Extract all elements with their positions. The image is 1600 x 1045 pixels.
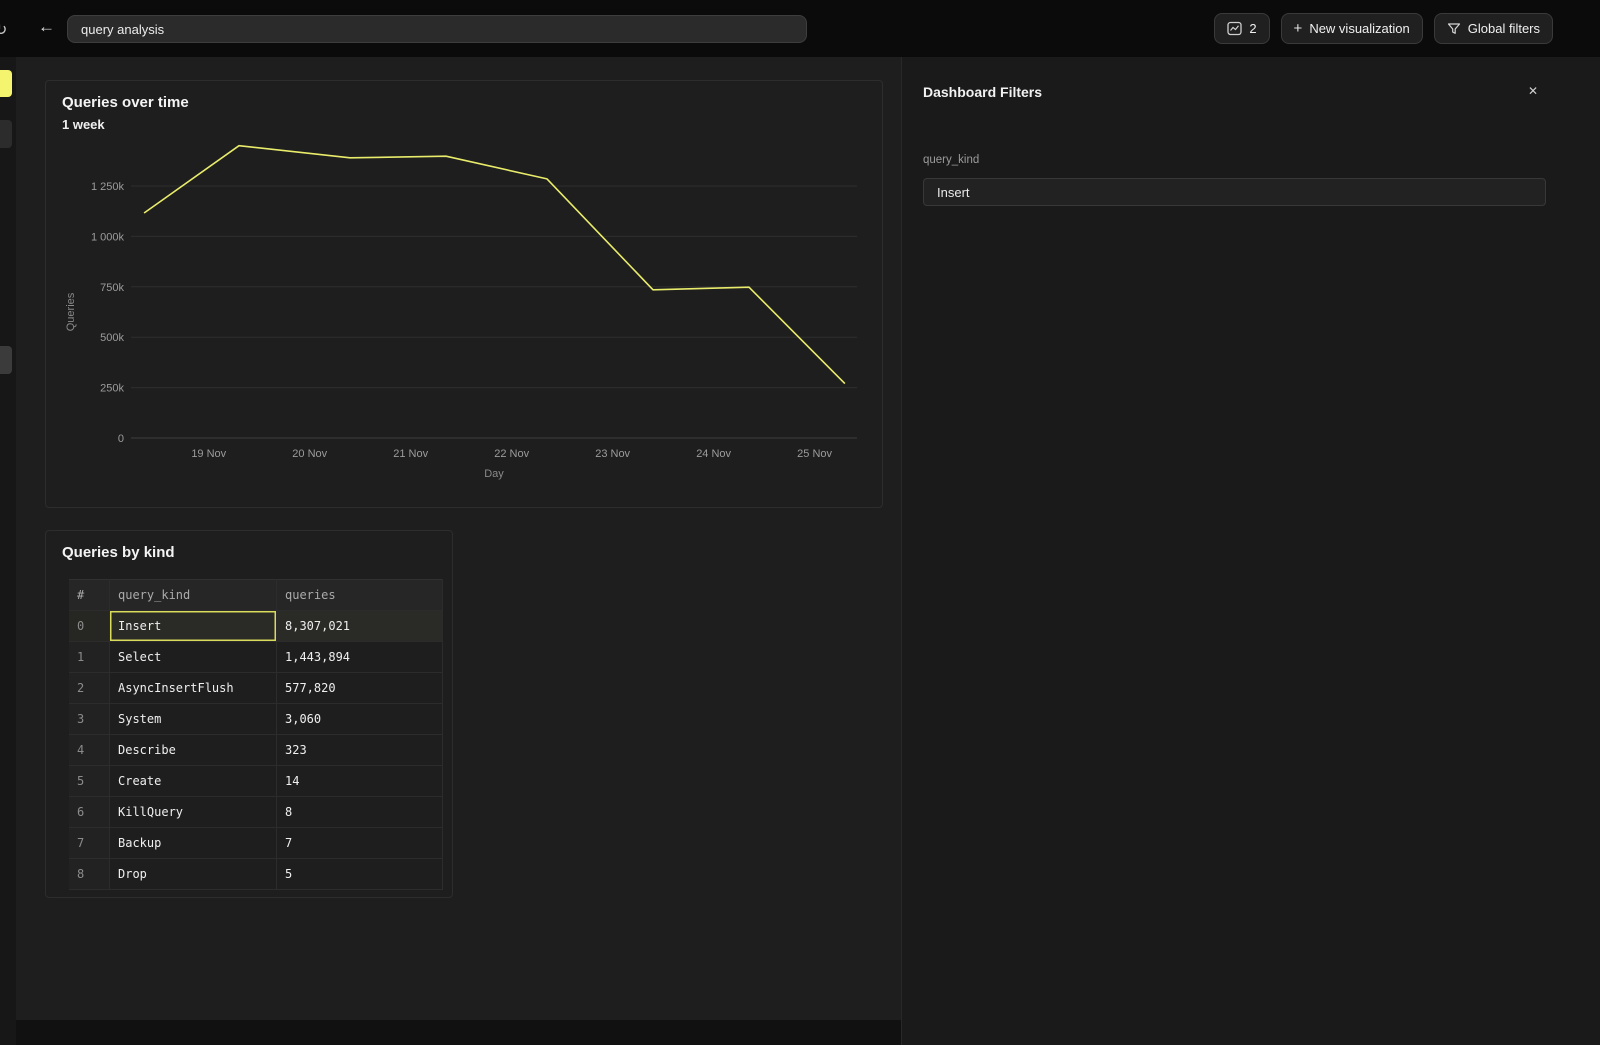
x-axis-label: Day xyxy=(484,468,504,480)
visualization-icon xyxy=(1227,21,1242,36)
table-row: 2AsyncInsertFlush577,820 xyxy=(69,673,443,704)
table-row: 3System3,060 xyxy=(69,704,443,735)
table-row: 7Backup7 xyxy=(69,828,443,859)
app-root: ↻ ← 2 + New visualization xyxy=(0,0,1600,1045)
row-index: 6 xyxy=(69,797,110,828)
row-index: 7 xyxy=(69,828,110,859)
column-header-queries[interactable]: queries xyxy=(277,580,443,611)
x-tick-label: 24 Nov xyxy=(696,448,731,460)
queries-line-series xyxy=(144,146,845,384)
rail-item[interactable] xyxy=(0,120,12,148)
y-tick-label: 250k xyxy=(100,383,124,395)
topbar-actions: 2 + New visualization Global filters xyxy=(1214,13,1553,44)
cell-queries[interactable]: 7 xyxy=(277,828,443,859)
cell-query-kind[interactable]: System xyxy=(110,704,277,735)
x-tick-label: 23 Nov xyxy=(595,448,630,460)
row-index: 4 xyxy=(69,735,110,766)
y-tick-label: 750k xyxy=(100,282,124,294)
cell-query-kind[interactable]: Insert xyxy=(110,611,277,642)
cell-query-kind[interactable]: Drop xyxy=(110,859,277,890)
cell-queries[interactable]: 8,307,021 xyxy=(277,611,443,642)
cell-query-kind[interactable]: Describe xyxy=(110,735,277,766)
cell-query-kind[interactable]: AsyncInsertFlush xyxy=(110,673,277,704)
table-row: 0Insert8,307,021 xyxy=(69,611,443,642)
row-index: 2 xyxy=(69,673,110,704)
plus-icon: + xyxy=(1294,21,1303,36)
dashboard-filters-panel: Dashboard Filters ✕ query_kind xyxy=(901,57,1600,1045)
queries-by-kind-table: #query_kindqueries 0Insert8,307,0211Sele… xyxy=(69,579,443,890)
cell-queries[interactable]: 577,820 xyxy=(277,673,443,704)
rail-item-active[interactable] xyxy=(0,70,12,97)
table-title: Queries by kind xyxy=(62,544,175,561)
table-row: 5Create14 xyxy=(69,766,443,797)
x-tick-label: 25 Nov xyxy=(797,448,832,460)
queries-over-time-panel[interactable]: Queries over time 1 week 0 250k 500k 750k 1 … xyxy=(45,80,883,508)
visualizations-count: 2 xyxy=(1249,21,1256,36)
cell-query-kind[interactable]: Create xyxy=(110,766,277,797)
queries-over-time-chart: 0 250k 500k 750k 1 000k 1 250k 19 Nov 20 Nov 21 … xyxy=(60,139,866,491)
funnel-icon xyxy=(1447,22,1461,36)
table-row: 1Select1,443,894 xyxy=(69,642,443,673)
cell-queries[interactable]: 8 xyxy=(277,797,443,828)
cell-queries[interactable]: 5 xyxy=(277,859,443,890)
cell-query-kind[interactable]: KillQuery xyxy=(110,797,277,828)
column-header-query_kind[interactable]: query_kind xyxy=(110,580,277,611)
refresh-icon[interactable]: ↻ xyxy=(0,20,7,40)
cell-queries[interactable]: 14 xyxy=(277,766,443,797)
cell-query-kind[interactable]: Select xyxy=(110,642,277,673)
row-index: 8 xyxy=(69,859,110,890)
cell-queries[interactable]: 323 xyxy=(277,735,443,766)
x-tick-label: 21 Nov xyxy=(393,448,428,460)
close-icon[interactable]: ✕ xyxy=(1528,84,1538,98)
query-kind-filter-input[interactable] xyxy=(923,178,1546,206)
back-button[interactable]: ← xyxy=(38,18,55,35)
queries-by-kind-panel[interactable]: Queries by kind #query_kindqueries 0Inse… xyxy=(45,530,453,898)
table-row: 6KillQuery8 xyxy=(69,797,443,828)
y-tick-label: 1 000k xyxy=(91,231,125,243)
row-index: 5 xyxy=(69,766,110,797)
filter-field-label: query_kind xyxy=(923,154,979,166)
cell-queries[interactable]: 3,060 xyxy=(277,704,443,735)
topbar: ↻ ← 2 + New visualization xyxy=(0,0,1600,57)
new-visualization-button[interactable]: + New visualization xyxy=(1281,13,1423,44)
left-rail xyxy=(0,57,16,1045)
chart-subtitle: 1 week xyxy=(62,117,105,132)
global-filters-button[interactable]: Global filters xyxy=(1434,13,1553,44)
table-header: #query_kindqueries xyxy=(69,580,443,611)
y-tick-label: 0 xyxy=(118,433,124,445)
x-tick-label: 22 Nov xyxy=(494,448,529,460)
new-visualization-label: New visualization xyxy=(1309,21,1409,36)
y-axis-label: Queries xyxy=(65,292,77,331)
dashboard-title-input[interactable] xyxy=(67,15,807,43)
cell-queries[interactable]: 1,443,894 xyxy=(277,642,443,673)
row-index: 1 xyxy=(69,642,110,673)
rail-item[interactable] xyxy=(0,346,12,374)
cell-query-kind[interactable]: Backup xyxy=(110,828,277,859)
y-tick-label: 500k xyxy=(100,332,124,344)
dashboard-canvas: Queries over time 1 week 0 250k 500k 750k 1 … xyxy=(16,57,901,1020)
canvas-bottom-gutter xyxy=(16,1020,901,1045)
table-row: 8Drop5 xyxy=(69,859,443,890)
visualizations-count-button[interactable]: 2 xyxy=(1214,13,1269,44)
chart-title: Queries over time xyxy=(62,94,189,111)
x-tick-label: 19 Nov xyxy=(191,448,226,460)
column-header-index[interactable]: # xyxy=(69,580,110,611)
filters-panel-title: Dashboard Filters xyxy=(923,84,1042,100)
table-row: 4Describe323 xyxy=(69,735,443,766)
x-tick-label: 20 Nov xyxy=(292,448,327,460)
global-filters-label: Global filters xyxy=(1468,21,1540,36)
row-index: 0 xyxy=(69,611,110,642)
y-tick-label: 1 250k xyxy=(91,181,125,193)
row-index: 3 xyxy=(69,704,110,735)
